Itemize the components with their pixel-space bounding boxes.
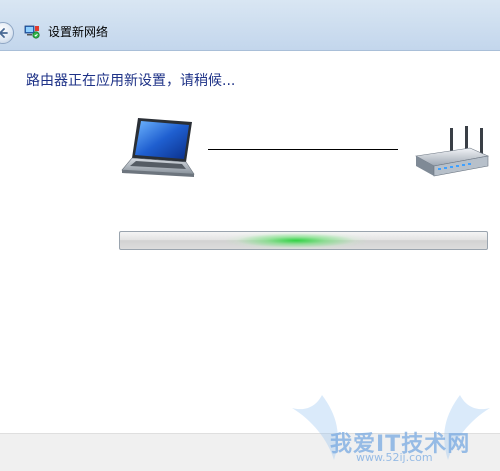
setup-network-window: 设置新网络 路由器正在应用新设置，请稍候... 我爱IT技术网 www.52ij… [0,0,500,471]
title-bar: 设置新网络 [0,0,500,51]
watermark-url: www.52ij.com [356,451,433,464]
back-button[interactable] [0,22,14,44]
connection-line [208,149,398,150]
progress-bar [119,231,488,250]
window-title: 设置新网络 [48,25,109,39]
network-setup-icon [24,25,40,39]
progress-glow [226,232,366,249]
laptop-icon [121,118,195,177]
status-message: 路由器正在应用新设置，请稍候... [26,73,236,89]
router-icon [415,126,490,177]
back-arrow-icon [0,28,8,38]
